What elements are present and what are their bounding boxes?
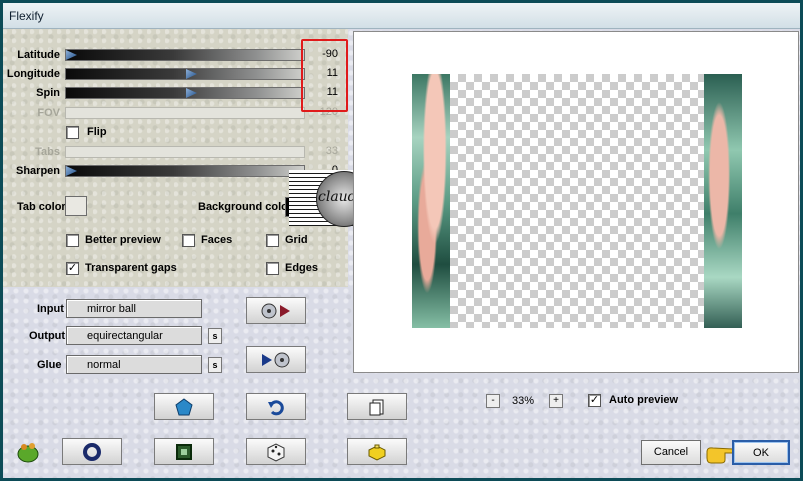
zoom-out-button[interactable]: - — [486, 394, 500, 408]
ring-icon — [83, 442, 101, 461]
tab-color-label: Tab color — [17, 201, 66, 213]
latitude-label: Latitude — [17, 49, 60, 61]
glue-field[interactable]: normal — [66, 355, 202, 374]
slider-thumb[interactable] — [66, 166, 77, 176]
spin-slider[interactable] — [65, 87, 305, 99]
play-input-button[interactable] — [246, 297, 306, 324]
square-button[interactable] — [154, 438, 214, 465]
output-field[interactable]: equirectangular — [66, 326, 202, 345]
transparent-checkerboard — [450, 74, 704, 328]
flip-checkbox[interactable] — [66, 126, 79, 139]
disc-play-icon — [261, 303, 290, 318]
slider-thumb[interactable] — [186, 69, 197, 79]
highlight-box — [301, 39, 348, 112]
longitude-label: Longitude — [6, 68, 60, 80]
input-field[interactable]: mirror ball — [66, 299, 202, 318]
auto-preview-label: Auto preview — [609, 394, 679, 406]
zoom-level: 33% — [512, 395, 535, 407]
tabs-value: 33 — [325, 145, 338, 157]
cancel-button[interactable]: Cancel — [641, 440, 701, 465]
image-right-strip — [704, 74, 742, 328]
zoom-in-button[interactable]: + — [549, 394, 563, 408]
tab-color-swatch[interactable] — [65, 196, 87, 216]
title-bar: Flexify — [3, 3, 800, 29]
faces-checkbox[interactable] — [182, 234, 195, 247]
play-disc-icon — [262, 352, 290, 367]
square-icon — [176, 443, 192, 460]
ring-button[interactable] — [62, 438, 122, 465]
tabs-slider — [65, 146, 305, 158]
frog-icon[interactable] — [16, 440, 40, 464]
dice-icon — [267, 442, 285, 462]
pentagon-icon — [175, 397, 193, 415]
ok-button[interactable]: OK — [732, 440, 790, 465]
play-output-button[interactable] — [246, 346, 306, 373]
faces-label: Faces — [201, 234, 233, 246]
better-preview-label: Better preview — [85, 234, 161, 246]
output-save-button[interactable]: s — [208, 328, 222, 344]
flip-label: Flip — [87, 126, 107, 138]
slider-thumb[interactable] — [66, 50, 77, 60]
longitude-slider[interactable] — [65, 68, 305, 80]
slider-thumb[interactable] — [186, 88, 197, 98]
document-icon — [369, 399, 384, 415]
tabs-label: Tabs — [35, 146, 60, 158]
window-title: Flexify — [9, 9, 44, 23]
input-label: Input — [37, 303, 64, 315]
undo-button[interactable] — [246, 393, 306, 420]
spin-label: Spin — [36, 87, 60, 99]
preview-image — [412, 74, 742, 328]
sharpen-slider[interactable] — [65, 165, 305, 177]
random-button[interactable] — [246, 438, 306, 465]
fov-slider — [65, 107, 305, 119]
undo-icon — [268, 399, 284, 415]
glue-save-button[interactable]: s — [208, 357, 222, 373]
auto-preview-checkbox[interactable]: ✓ — [588, 394, 601, 407]
grid-label: Grid — [285, 234, 308, 246]
sharpen-label: Sharpen — [15, 165, 60, 177]
output-label: Output — [29, 330, 66, 342]
edges-checkbox[interactable] — [266, 262, 279, 275]
image-left-strip — [412, 74, 450, 328]
shape-button[interactable] — [154, 393, 214, 420]
glue-label: Glue — [37, 359, 62, 371]
background-color-label: Background color — [198, 201, 293, 213]
transparent-gaps-checkbox[interactable]: ✓ — [66, 262, 79, 275]
preset-button[interactable] — [347, 438, 407, 465]
fov-label: FOV — [37, 107, 60, 119]
better-preview-checkbox[interactable] — [66, 234, 79, 247]
copy-button[interactable] — [347, 393, 407, 420]
brick-icon — [368, 444, 386, 461]
transparent-gaps-label: Transparent gaps — [85, 262, 177, 274]
latitude-slider[interactable] — [65, 49, 305, 61]
grid-checkbox[interactable] — [266, 234, 279, 247]
edges-label: Edges — [285, 262, 319, 274]
